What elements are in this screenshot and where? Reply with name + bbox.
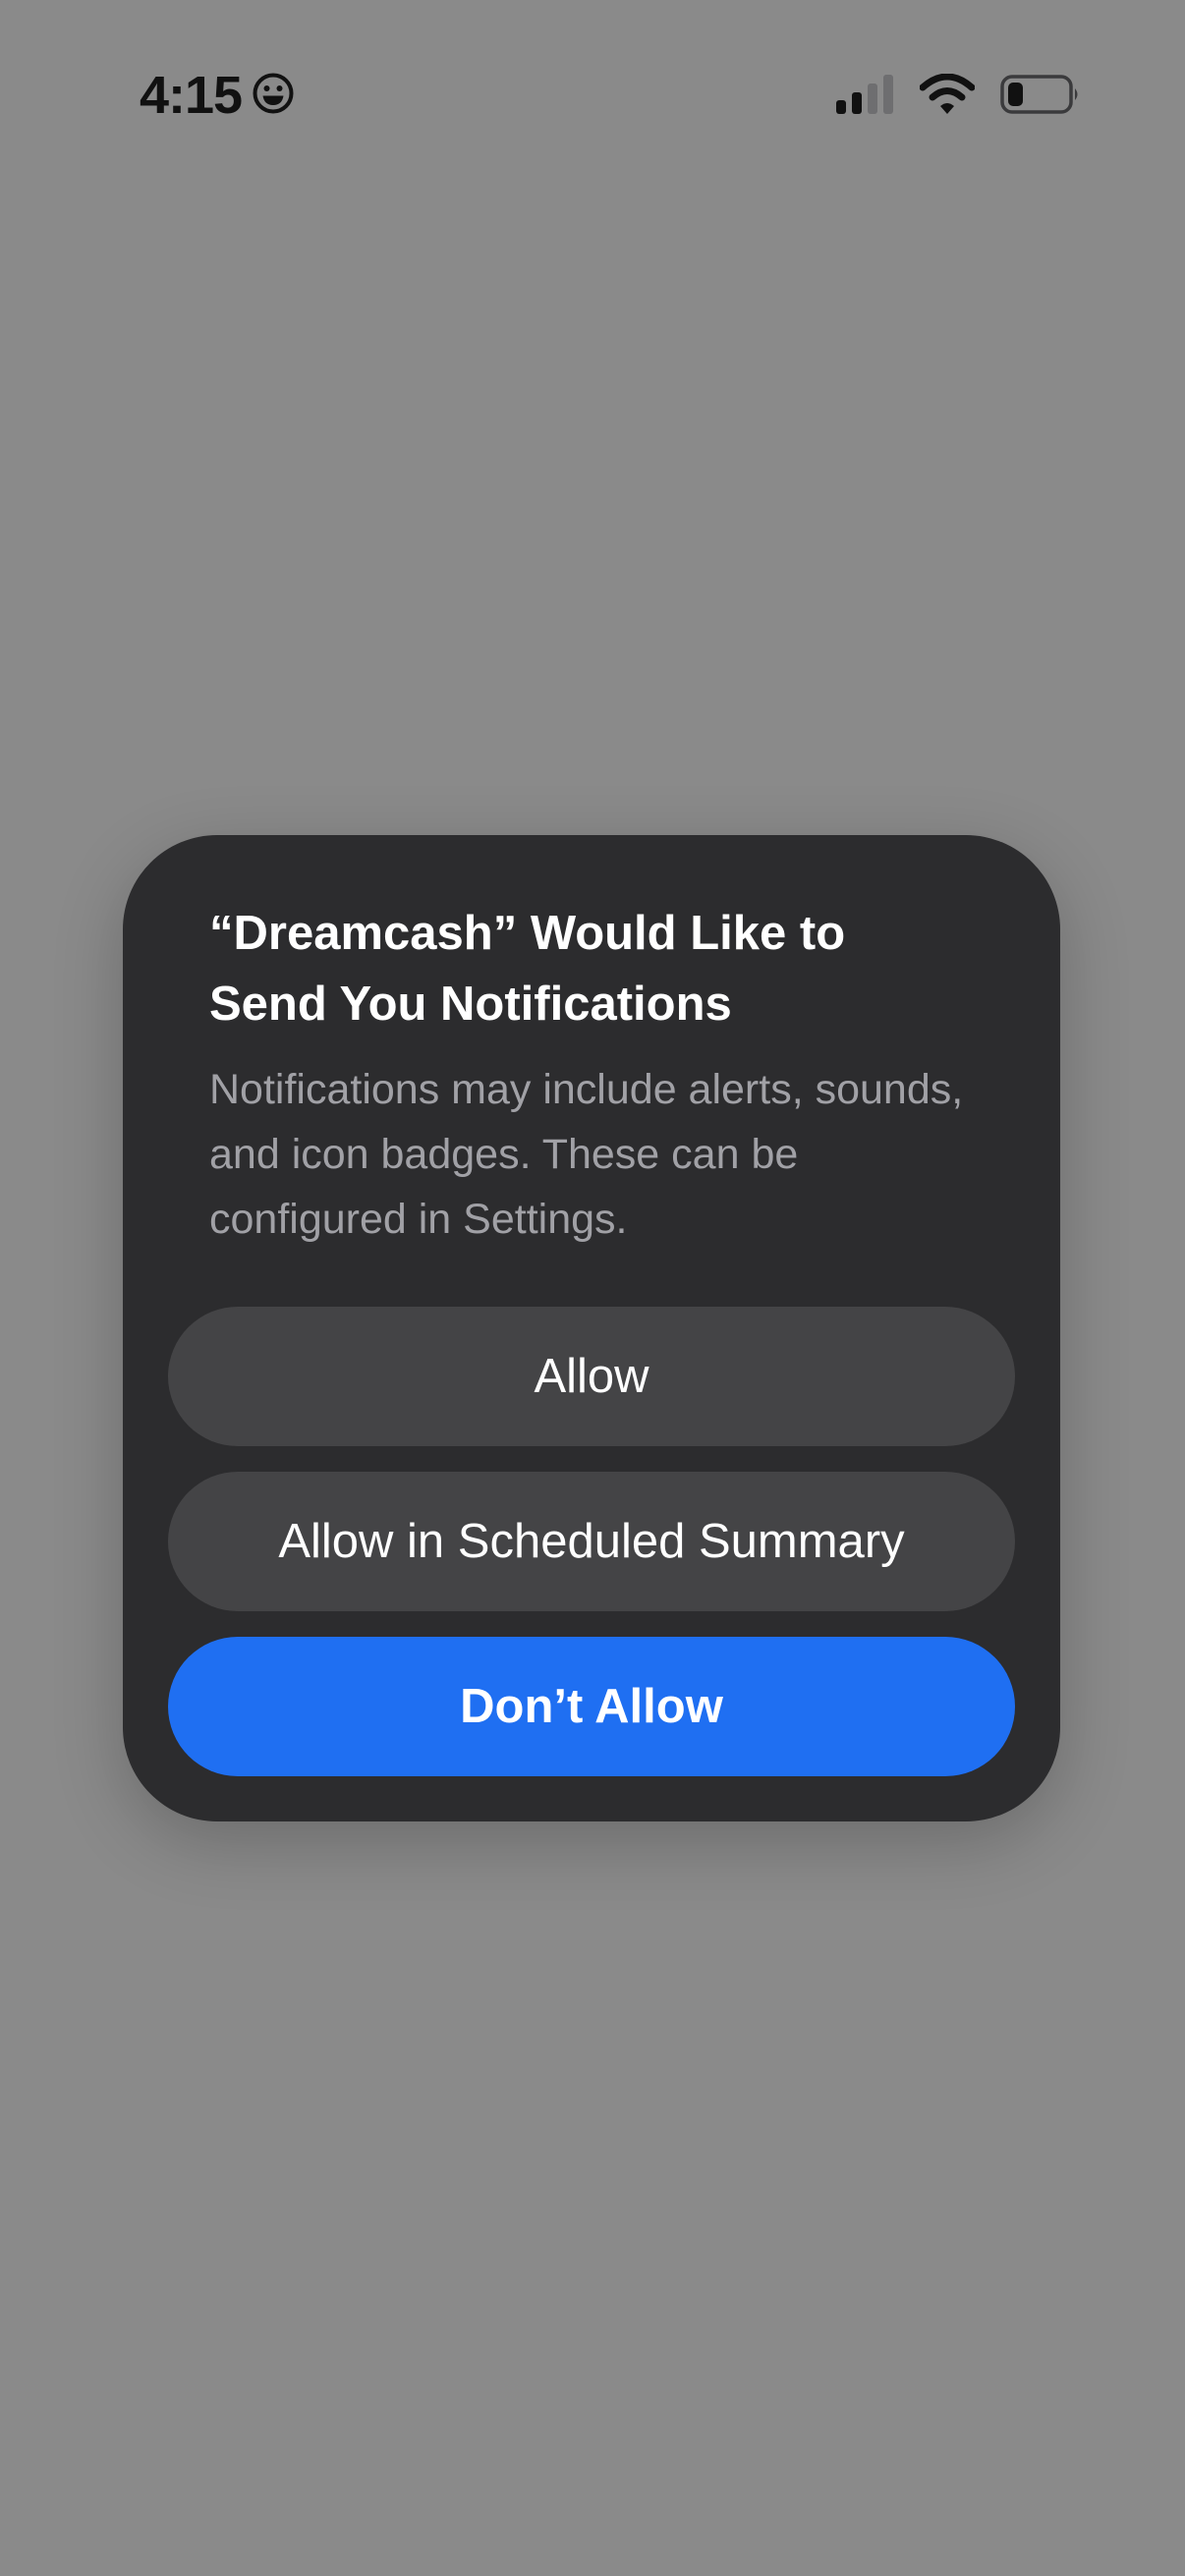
status-time: 4:15 [140,66,243,125]
cellular-signal-icon [835,74,894,119]
alert-title: “Dreamcash” Would Like to Send You Notif… [209,907,846,1031]
smiley-icon [252,72,295,120]
status-time-group: 4:15 [140,61,295,130]
notification-permission-alert: “Dreamcash” Would Like to Send You Notif… [123,835,1060,1821]
allow-button[interactable]: Allow [168,1307,1015,1446]
dont-allow-button[interactable]: Don’t Allow [168,1637,1015,1776]
battery-low-icon [1000,74,1081,119]
status-icons [835,69,1081,124]
alert-message: Notifications may include alerts, sounds… [209,1066,964,1243]
allow-scheduled-summary-button[interactable]: Allow in Scheduled Summary [168,1472,1015,1611]
wifi-icon [919,73,976,120]
status-bar: 4:15 [0,0,1185,196]
